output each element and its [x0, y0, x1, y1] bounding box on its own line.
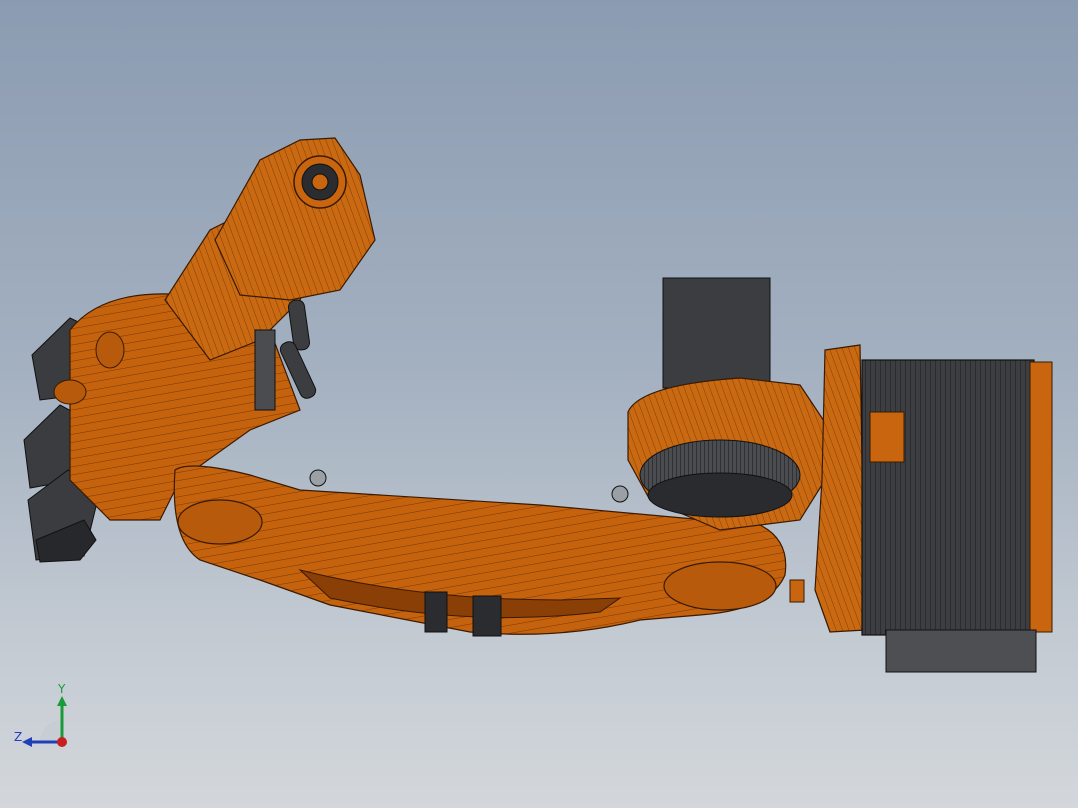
view-orientation-triad[interactable]: Y Z [8, 682, 88, 762]
base-motor [789, 344, 1053, 673]
robot-arm-model[interactable] [0, 0, 1078, 808]
axis-label-z: Z [14, 730, 23, 744]
graphics-viewport[interactable]: Y Z [0, 0, 1078, 808]
shoulder-joint [627, 277, 831, 531]
triad-graphic [22, 696, 67, 747]
axis-label-y: Y [58, 682, 66, 696]
